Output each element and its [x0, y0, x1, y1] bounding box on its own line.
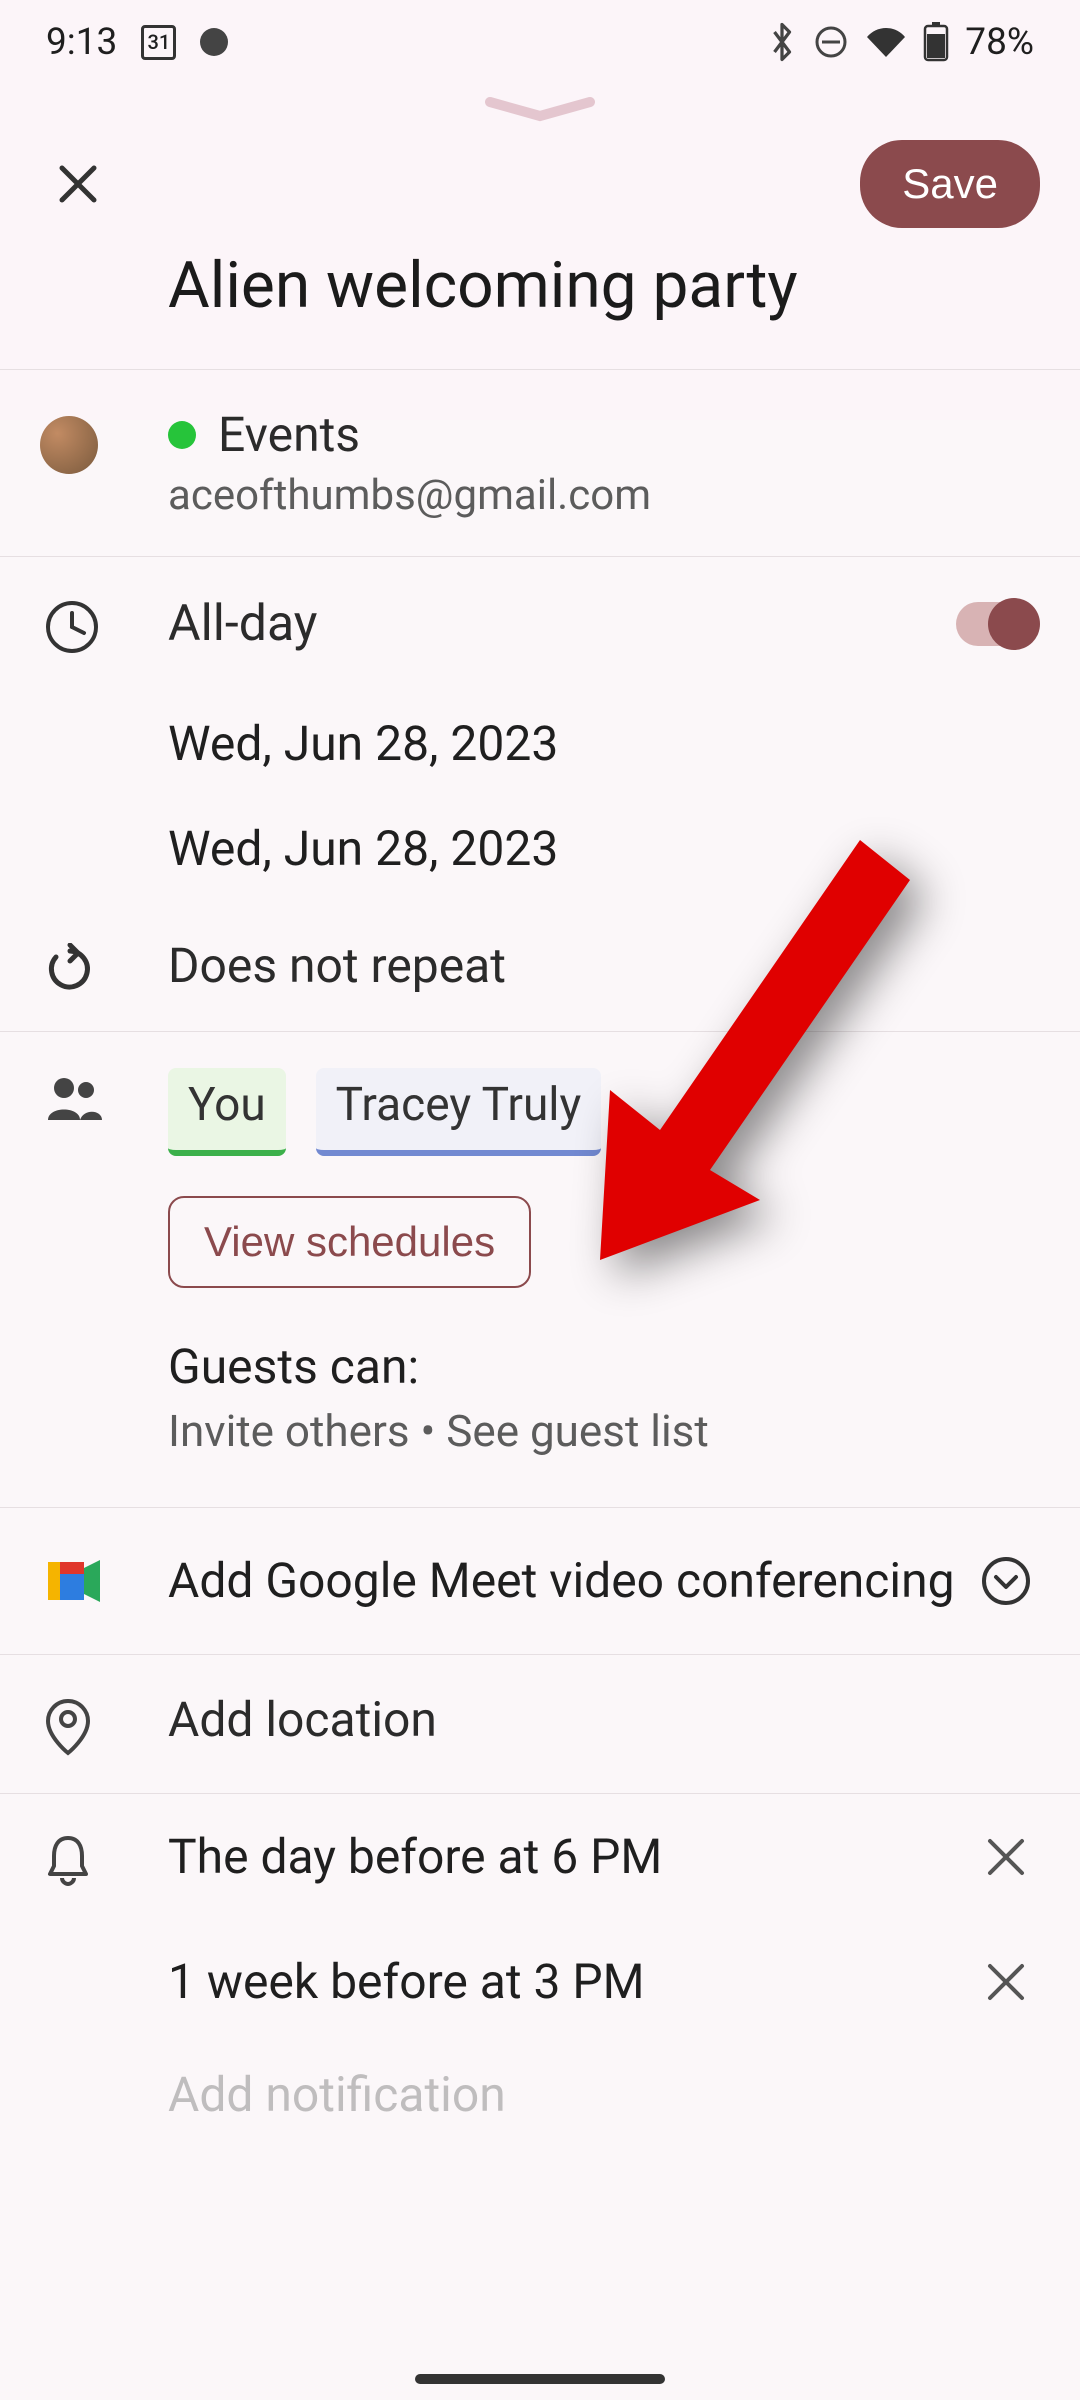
notification-label: The day before at 6 PM	[168, 1828, 976, 1885]
guest-chip-you[interactable]: You	[168, 1068, 286, 1156]
clock-icon	[44, 593, 168, 655]
add-location-label: Add location	[168, 1691, 1036, 1748]
google-meet-icon	[44, 1556, 168, 1606]
status-time: 9:13	[46, 21, 117, 64]
people-icon	[44, 1068, 168, 1156]
add-meet-label: Add Google Meet video conferencing	[168, 1552, 980, 1610]
pulldown-handle-icon[interactable]	[0, 96, 1080, 124]
calendar-color-dot-icon	[168, 421, 196, 449]
chevron-down-circle-icon	[980, 1555, 1032, 1607]
add-location-row[interactable]: Add location	[0, 1655, 1080, 1793]
notification-row[interactable]: 1 week before at 3 PM	[0, 1920, 1080, 2044]
repeat-row[interactable]: Does not repeat	[0, 901, 1080, 1031]
status-dot-icon	[200, 28, 228, 56]
allday-toggle[interactable]	[956, 602, 1036, 646]
wifi-icon	[865, 25, 907, 59]
bell-icon	[44, 1826, 168, 1888]
battery-percent: 78%	[965, 21, 1034, 64]
guest-chip[interactable]: Tracey Truly	[316, 1068, 602, 1156]
guest-permissions-row[interactable]: Guests can: Invite others • See guest li…	[0, 1318, 1080, 1507]
guests-row[interactable]: You Tracey Truly	[0, 1032, 1080, 1176]
guests-can-label: Guests can:	[168, 1338, 1036, 1395]
start-date-button[interactable]: Wed, Jun 28, 2023	[0, 691, 1080, 796]
remove-notification-button[interactable]	[976, 1827, 1036, 1887]
bluetooth-icon	[767, 22, 797, 62]
save-button[interactable]: Save	[860, 140, 1040, 228]
close-icon	[984, 1960, 1028, 2004]
allday-label: All-day	[168, 595, 317, 653]
header: Save	[0, 124, 1080, 248]
close-icon	[984, 1835, 1028, 1879]
calendar-account-row[interactable]: Events aceofthumbs@gmail.com	[0, 370, 1080, 556]
location-pin-icon	[44, 1691, 168, 1757]
repeat-label: Does not repeat	[168, 937, 1036, 994]
notification-row[interactable]: The day before at 6 PM	[0, 1794, 1080, 1920]
account-email: aceofthumbs@gmail.com	[168, 471, 1036, 520]
gesture-nav-bar[interactable]	[415, 2374, 665, 2384]
notification-label: 1 week before at 3 PM	[168, 1953, 976, 2010]
remove-notification-button[interactable]	[976, 1952, 1036, 2012]
add-video-conferencing-row[interactable]: Add Google Meet video conferencing	[0, 1508, 1080, 1654]
battery-icon	[923, 22, 949, 62]
calendar-name: Events	[218, 406, 360, 463]
guests-can-detail: Invite others • See guest list	[168, 1405, 1036, 1457]
view-schedules-button[interactable]: View schedules	[168, 1196, 531, 1288]
add-notification-button[interactable]: Add notification	[0, 2044, 1080, 2123]
calendar-statusbar-icon: 31	[141, 25, 176, 60]
status-bar: 9:13 31 78%	[0, 0, 1080, 84]
close-icon	[54, 160, 102, 208]
event-title-input[interactable]: Alien welcoming party	[0, 248, 1080, 369]
repeat-icon	[44, 937, 168, 995]
close-button[interactable]	[40, 147, 115, 222]
account-avatar	[40, 416, 98, 474]
meet-dropdown-button[interactable]	[980, 1555, 1036, 1607]
end-date-button[interactable]: Wed, Jun 28, 2023	[0, 796, 1080, 901]
dnd-icon	[813, 24, 849, 60]
